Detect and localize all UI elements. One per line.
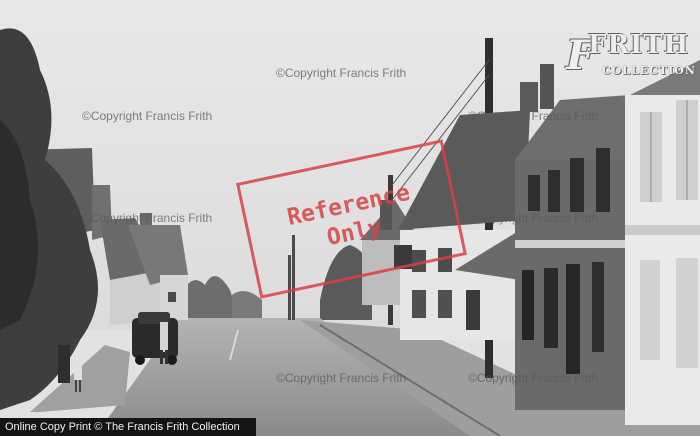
car-wheel-rear bbox=[167, 355, 177, 365]
brick-door-1 bbox=[522, 270, 534, 340]
copyright-watermark: ©Copyright Francis Frith bbox=[276, 371, 407, 385]
brick-window-1 bbox=[528, 175, 540, 211]
child-leg-right bbox=[79, 380, 81, 392]
brick-window-5 bbox=[592, 262, 604, 352]
woman-pedestrian bbox=[58, 345, 70, 383]
mid-house-window-4 bbox=[438, 290, 452, 318]
brick-window-4 bbox=[596, 148, 610, 212]
white-house-window-4 bbox=[676, 258, 698, 368]
logo-name: FRITH bbox=[588, 30, 690, 60]
left-cottage-window bbox=[168, 292, 176, 302]
brick-door-3 bbox=[566, 264, 580, 374]
brick-terrace-lintel bbox=[515, 240, 630, 248]
copyright-watermark: ©Copyright Francis Frith bbox=[276, 66, 407, 80]
brick-terrace-chimney-2 bbox=[520, 82, 538, 112]
brick-window-2 bbox=[548, 170, 560, 212]
brick-door-2 bbox=[544, 268, 558, 348]
child-leg-left bbox=[75, 380, 77, 392]
pedestrian-leg-right bbox=[165, 350, 168, 364]
logo-subtitle: COLLECTION bbox=[602, 64, 696, 77]
village-street-photo: ©Copyright Francis Frith ©Copyright Fran… bbox=[0, 0, 700, 436]
frith-collection-logo: F FRITH COLLECTION bbox=[566, 28, 695, 86]
copyright-watermark: ©Copyright Francis Frith bbox=[468, 211, 599, 225]
pedestrian-by-car bbox=[160, 322, 168, 352]
brick-window-3 bbox=[570, 158, 584, 212]
white-house-window-3 bbox=[640, 260, 660, 360]
pedestrian-leg-left bbox=[160, 350, 163, 364]
mid-house-window-3 bbox=[412, 290, 426, 318]
caption-text: Online Copy Print © The Francis Frith Co… bbox=[5, 421, 240, 433]
brick-terrace-chimney-1 bbox=[540, 64, 554, 109]
mid-house-door bbox=[466, 290, 480, 330]
white-house-band bbox=[625, 225, 700, 235]
copyright-watermark: ©Copyright Francis Frith bbox=[82, 211, 213, 225]
copyright-watermark: ©Copyright Francis Frith bbox=[82, 109, 213, 123]
caption-bar: Online Copy Print © The Francis Frith Co… bbox=[0, 418, 256, 436]
car-wheel-front bbox=[135, 355, 145, 365]
copyright-watermark: ©Copyright Francis Frith bbox=[468, 109, 599, 123]
child-pedestrian bbox=[74, 360, 82, 380]
copyright-watermark: ©Copyright Francis Frith bbox=[468, 371, 599, 385]
